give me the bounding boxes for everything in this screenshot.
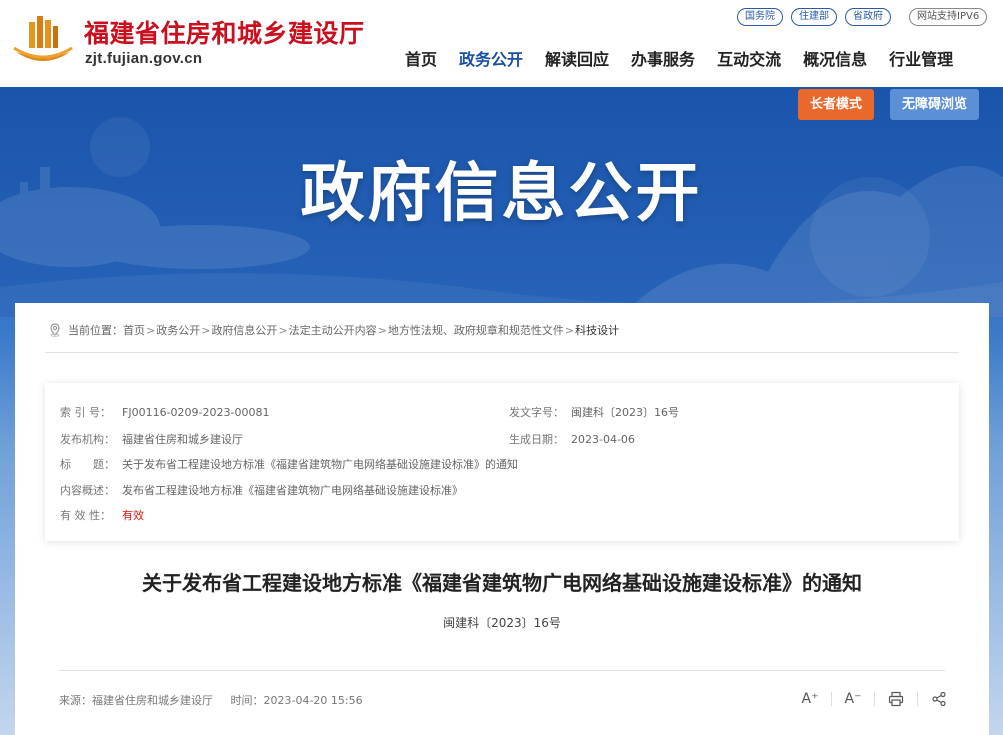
breadcrumb-gov-info[interactable]: 政府信息公开 — [211, 322, 277, 338]
document-meta-box: 索 引 号： FJ00116-0209-2023-00081 发文字号： 闽建科〔2… — [45, 383, 959, 541]
meta-issuer: 发布机构： 福建省住房和城乡建设厅 — [60, 433, 243, 446]
document-time: 时间：2023-04-20 15:56 — [230, 694, 363, 707]
elder-mode-button[interactable]: 长者模式 — [798, 89, 875, 120]
share-icon[interactable] — [929, 689, 949, 709]
article-toolbar: A⁺ A⁻ — [800, 689, 949, 709]
nav-gov-affairs[interactable]: 政务公开 — [448, 46, 534, 70]
breadcrumb-regulations[interactable]: 地方性法规、政府规章和规范性文件 — [388, 322, 564, 338]
site-logo-icon[interactable] — [12, 12, 74, 68]
divider — [45, 352, 959, 353]
nav-home[interactable]: 首页 — [394, 46, 448, 70]
nav-services[interactable]: 办事服务 — [620, 46, 706, 70]
breadcrumb-prefix: 当前位置： — [68, 324, 123, 337]
document-source-info: 来源：福建省住房和城乡建设厅 时间：2023-04-20 15:56 — [59, 692, 377, 708]
breadcrumb-home[interactable]: 首页 — [123, 322, 145, 338]
meta-doc-no: 发文字号： 闽建科〔2023〕16号 — [509, 406, 679, 419]
breadcrumb-current[interactable]: 科技设计 — [575, 322, 619, 338]
breadcrumb-statutory[interactable]: 法定主动公开内容 — [289, 322, 377, 338]
nav-overview[interactable]: 概况信息 — [792, 46, 878, 70]
document-title: 关于发布省工程建设地方标准《福建省建筑物广电网络基础设施建设标准》的通知 — [142, 571, 862, 595]
font-decrease-button[interactable]: A⁻ — [843, 689, 863, 709]
breadcrumb-separator: > — [377, 323, 387, 337]
ipv6-badge: 网站支持IPV6 — [909, 8, 988, 26]
site-domain: zjt.fujian.gov.cn — [85, 50, 203, 67]
content-card: 当前位置： 首页 > 政务公开 > 政府信息公开 > 法定主动公开内容 > 地方… — [15, 303, 989, 735]
link-province-gov[interactable]: 省政府 — [845, 8, 891, 26]
site-name[interactable]: 福建省住房和城乡建设厅 — [84, 14, 365, 50]
meta-title: 标 题： 关于发布省工程建设地方标准《福建省建筑物广电网络基础设施建设标准》的通知 — [60, 458, 518, 471]
location-pin-icon — [50, 323, 60, 337]
breadcrumb-separator: > — [201, 323, 211, 337]
breadcrumb-separator: > — [146, 323, 156, 337]
breadcrumb-separator: > — [564, 323, 575, 337]
top-links: 国务院 住建部 省政府 网站支持IPV6 — [737, 8, 988, 26]
divider — [917, 692, 918, 706]
print-icon[interactable] — [886, 689, 906, 709]
font-increase-button[interactable]: A⁺ — [800, 689, 820, 709]
site-header: 福建省住房和城乡建设厅 zjt.fujian.gov.cn 国务院 住建部 省政… — [0, 0, 1003, 87]
document-number: 闽建科〔2023〕16号 — [443, 616, 561, 630]
nav-interpretation[interactable]: 解读回应 — [534, 46, 620, 70]
meta-summary: 内容概述： 发布省工程建设地方标准《福建省建筑物广电网络基础设施建设标准》 — [60, 484, 463, 497]
breadcrumb-separator: > — [278, 323, 288, 337]
meta-date: 生成日期： 2023-04-06 — [509, 433, 635, 446]
nav-interaction[interactable]: 互动交流 — [706, 46, 792, 70]
divider — [874, 692, 875, 706]
meta-validity: 有 效 性： 有效 — [60, 509, 144, 522]
accessibility-button[interactable]: 无障碍浏览 — [890, 89, 980, 120]
link-state-council[interactable]: 国务院 — [737, 8, 783, 26]
document-source: 来源：福建省住房和城乡建设厅 — [59, 694, 213, 707]
banner-title: 政府信息公开 — [300, 157, 703, 231]
link-ministry[interactable]: 住建部 — [791, 8, 837, 26]
divider — [59, 670, 945, 671]
meta-index-no: 索 引 号： FJ00116-0209-2023-00081 — [60, 406, 270, 419]
divider — [831, 692, 832, 706]
nav-industry[interactable]: 行业管理 — [878, 46, 964, 70]
breadcrumb: 当前位置： 首页 > 政务公开 > 政府信息公开 > 法定主动公开内容 > 地方… — [48, 322, 619, 338]
main-nav: 首页 政务公开 解读回应 办事服务 互动交流 概况信息 行业管理 — [394, 46, 964, 70]
breadcrumb-gov-affairs[interactable]: 政务公开 — [156, 322, 200, 338]
